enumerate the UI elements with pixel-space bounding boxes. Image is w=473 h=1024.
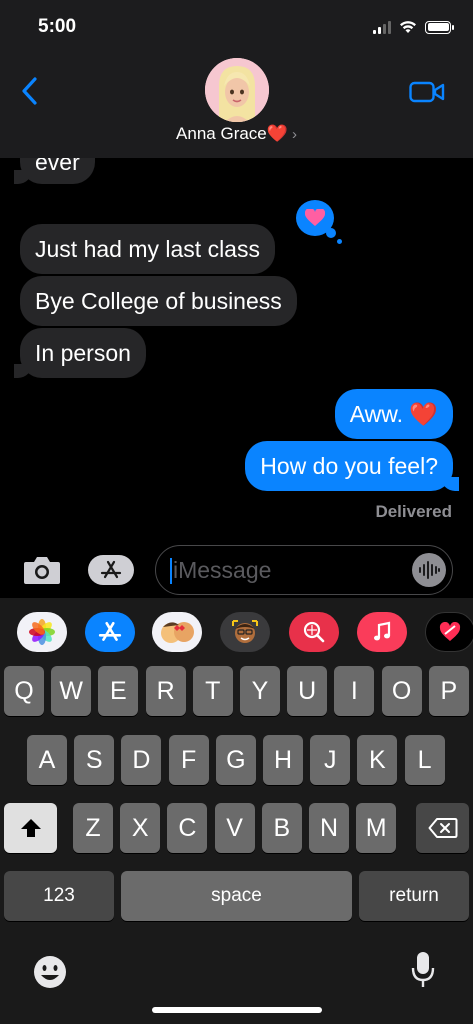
- imessage-app-strip: [0, 612, 473, 652]
- key-t[interactable]: T: [192, 666, 233, 716]
- app-store-icon: [100, 560, 122, 579]
- key-u[interactable]: U: [287, 666, 328, 716]
- wifi-icon: [400, 21, 416, 33]
- message-text: How do you feel?: [260, 453, 438, 479]
- text-cursor: [170, 558, 172, 584]
- message-text: Aww. ❤️: [349, 401, 438, 427]
- key-h[interactable]: H: [263, 735, 303, 785]
- chevron-right-icon: ›: [291, 126, 297, 143]
- delete-key[interactable]: [416, 803, 469, 853]
- message-text: In person: [35, 340, 131, 366]
- input-placeholder: iMessage: [173, 557, 272, 583]
- key-a[interactable]: A: [27, 735, 67, 785]
- key-q[interactable]: Q: [4, 666, 44, 716]
- key-c[interactable]: C: [167, 803, 208, 853]
- photos-icon[interactable]: [17, 612, 67, 652]
- audio-message-button[interactable]: [412, 553, 446, 587]
- key-f[interactable]: F: [168, 735, 209, 785]
- key-e[interactable]: E: [98, 666, 139, 716]
- camera-icon[interactable]: [22, 554, 62, 586]
- memoji-avatar-icon: [205, 58, 269, 122]
- animoji-icon[interactable]: [220, 612, 270, 652]
- digital-touch-icon[interactable]: [425, 612, 473, 652]
- contact-avatar[interactable]: [205, 58, 269, 122]
- tapback-dot: [337, 239, 342, 244]
- memoji-stickers-icon[interactable]: [152, 612, 202, 652]
- message-bubble-outgoing[interactable]: How do you feel?: [245, 441, 453, 491]
- emoji-icon[interactable]: [32, 954, 68, 990]
- key-n[interactable]: N: [309, 803, 349, 853]
- music-icon[interactable]: [357, 612, 407, 652]
- key-o[interactable]: O: [381, 666, 422, 716]
- dictation-mic-icon[interactable]: [410, 950, 436, 990]
- key-d[interactable]: D: [121, 735, 162, 785]
- return-key[interactable]: return: [359, 871, 469, 921]
- bubble-tail: [14, 170, 32, 184]
- key-j[interactable]: J: [310, 735, 351, 785]
- shift-arrow-icon: [20, 819, 41, 837]
- key-i[interactable]: I: [334, 666, 375, 716]
- search-images-icon[interactable]: [289, 612, 339, 652]
- message-text: Bye College of business: [35, 288, 282, 314]
- bubble-tail: [441, 477, 459, 491]
- key-z[interactable]: Z: [73, 803, 113, 853]
- key-b[interactable]: B: [261, 803, 302, 853]
- tapback-dot: [326, 228, 336, 238]
- key-v[interactable]: V: [214, 803, 255, 853]
- key-s[interactable]: S: [74, 735, 115, 785]
- key-r[interactable]: R: [145, 666, 186, 716]
- header-content-layer: 5:00 Anna Grace❤️ ›: [0, 0, 473, 158]
- message-bubble-outgoing[interactable]: Aww. ❤️: [334, 389, 453, 439]
- back-chevron-icon[interactable]: [18, 76, 42, 106]
- message-bubble-incoming[interactable]: Bye College of business: [20, 276, 297, 326]
- message-text: Just had my last class: [35, 236, 260, 262]
- battery-icon: [425, 20, 454, 34]
- cellular-signal-icon: [373, 20, 391, 34]
- home-indicator: [152, 1007, 322, 1013]
- bubble-tail: [14, 364, 32, 378]
- message-bubble-incoming[interactable]: In person: [20, 328, 146, 378]
- key-x[interactable]: X: [120, 803, 161, 853]
- delivery-status: Delivered: [375, 502, 452, 521]
- contact-name-button[interactable]: Anna Grace❤️ ›: [0, 124, 473, 144]
- key-l[interactable]: L: [404, 735, 445, 785]
- space-key[interactable]: space: [121, 871, 352, 921]
- imessage-input[interactable]: iMessage: [155, 545, 453, 595]
- app-store-button[interactable]: [88, 555, 134, 585]
- status-time: 5:00: [38, 16, 77, 37]
- key-y[interactable]: Y: [240, 666, 280, 716]
- contact-name-heart: ❤️: [266, 124, 288, 143]
- app-store-icon[interactable]: [85, 612, 135, 652]
- status-icons: [373, 20, 454, 34]
- message-bubble-incoming[interactable]: Just had my last class: [20, 224, 275, 274]
- key-w[interactable]: W: [51, 666, 92, 716]
- key-m[interactable]: M: [356, 803, 397, 853]
- numbers-key[interactable]: 123: [4, 871, 114, 921]
- contact-name: Anna Grace: [176, 124, 267, 143]
- shift-key[interactable]: [4, 803, 57, 853]
- keyboard: QWERTYUIOP ASDFGHJKL ZXCVBNM 123 space r…: [0, 598, 473, 1024]
- key-p[interactable]: P: [428, 666, 469, 716]
- key-g[interactable]: G: [215, 735, 256, 785]
- backspace-icon: [428, 818, 457, 838]
- facetime-video-icon[interactable]: [409, 80, 445, 104]
- key-k[interactable]: K: [357, 735, 398, 785]
- heart-icon: [305, 209, 325, 226]
- waveform-icon: [419, 561, 440, 579]
